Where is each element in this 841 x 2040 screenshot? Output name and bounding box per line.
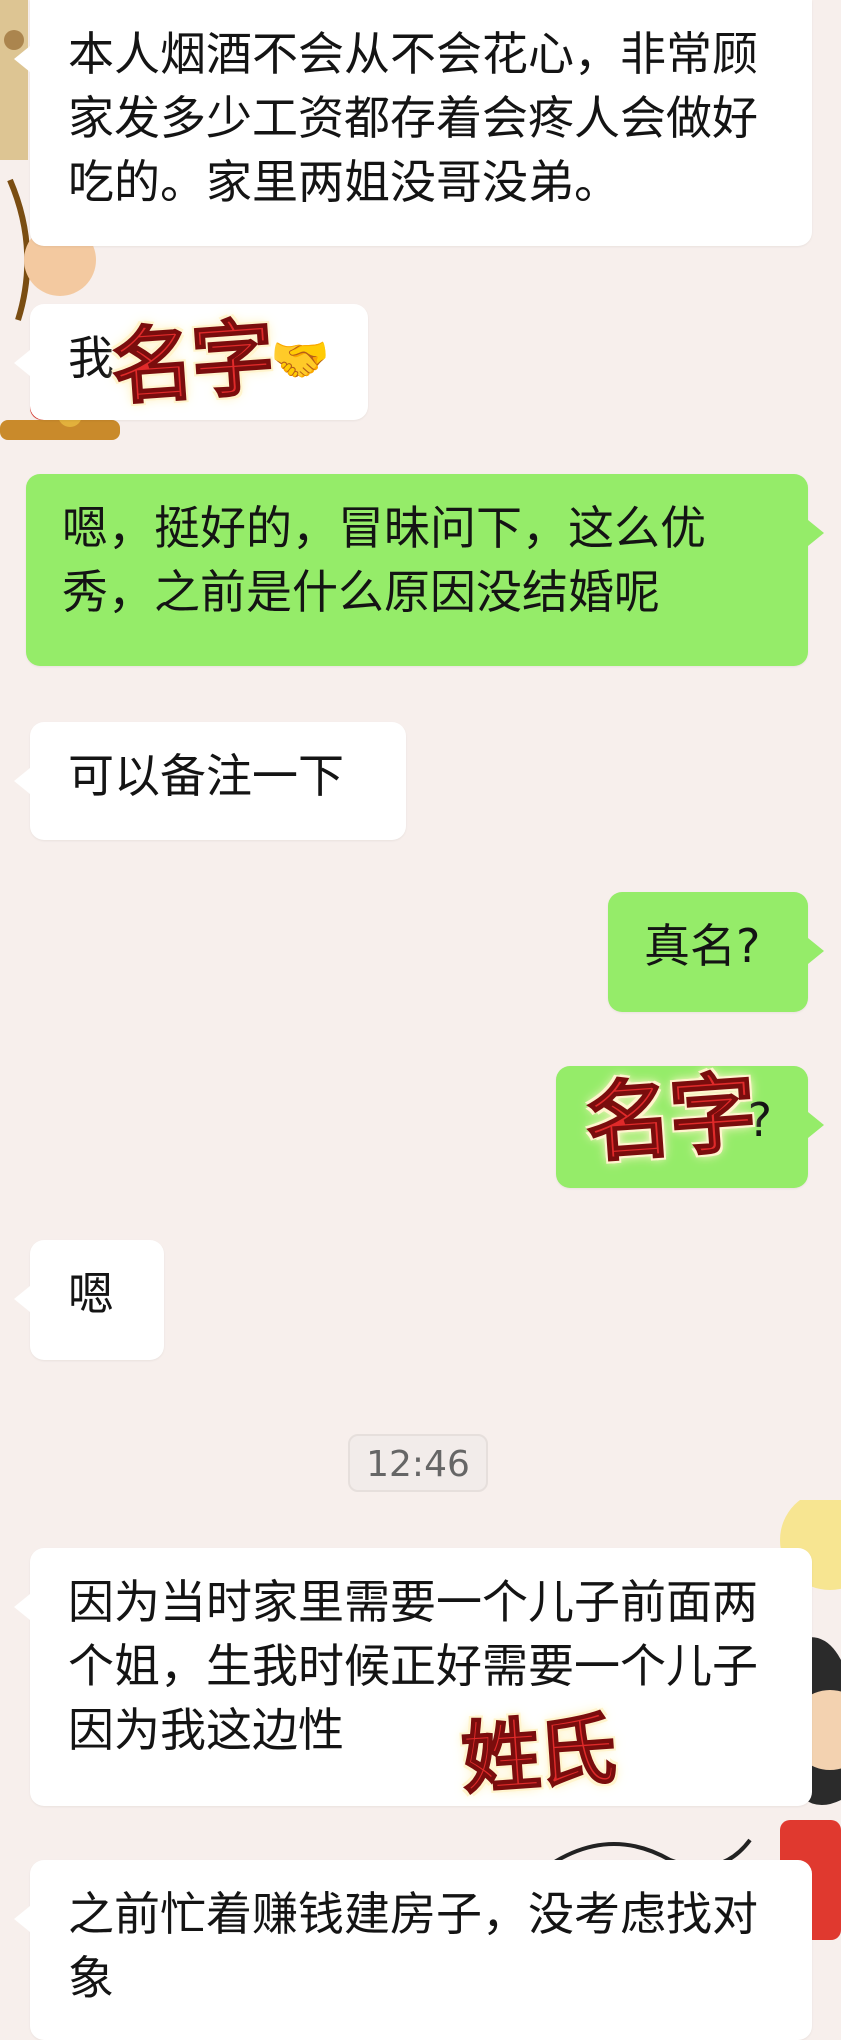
chat-message-outgoing[interactable]: 真名? [608, 892, 824, 1012]
message-text: 真名? [644, 919, 761, 973]
redaction-sticker: 姓氏 [458, 1703, 618, 1806]
message-text: 嗯 [68, 1267, 114, 1321]
message-text: 本人烟酒不会从不会花心，非常顾家发多少工资都存着会疼人会做好吃的。家里两姐没哥没… [68, 27, 758, 209]
handshake-emoji: 🤝 [270, 332, 330, 388]
chat-message-incoming[interactable]: 可以备注一下 [14, 722, 406, 840]
message-text: 之前忙着赚钱建房子，没考虑找对象 [68, 1887, 758, 2005]
message-text: 我 [68, 331, 114, 385]
redaction-sticker: 名字 [582, 1061, 759, 1175]
chat-message-incoming[interactable]: 之前忙着赚钱建房子，没考虑找对象 [14, 1860, 812, 2040]
message-timestamp: 12:46 [348, 1434, 488, 1492]
chat-message-incoming[interactable]: 嗯 [14, 1240, 164, 1360]
chat-message-incoming[interactable]: 因为当时家里需要一个儿子前面两个姐，生我时候正好需要一个儿子因为我这边性 [14, 1548, 812, 1806]
message-text: 因为当时家里需要一个儿子前面两个姐，生我时候正好需要一个儿子因为我这边性 [68, 1575, 758, 1757]
message-text: 可以备注一下 [68, 749, 344, 803]
chat-message-outgoing[interactable]: 嗯，挺好的，冒昧问下，这么优秀，之前是什么原因没结婚呢 [26, 474, 824, 666]
chat-message-incoming[interactable]: 本人烟酒不会从不会花心，非常顾家发多少工资都存着会疼人会做好吃的。家里两姐没哥没… [14, 0, 812, 246]
message-text: 嗯，挺好的，冒昧问下，这么优秀，之前是什么原因没结婚呢 [62, 501, 706, 619]
redaction-sticker: 名字 [108, 309, 276, 418]
